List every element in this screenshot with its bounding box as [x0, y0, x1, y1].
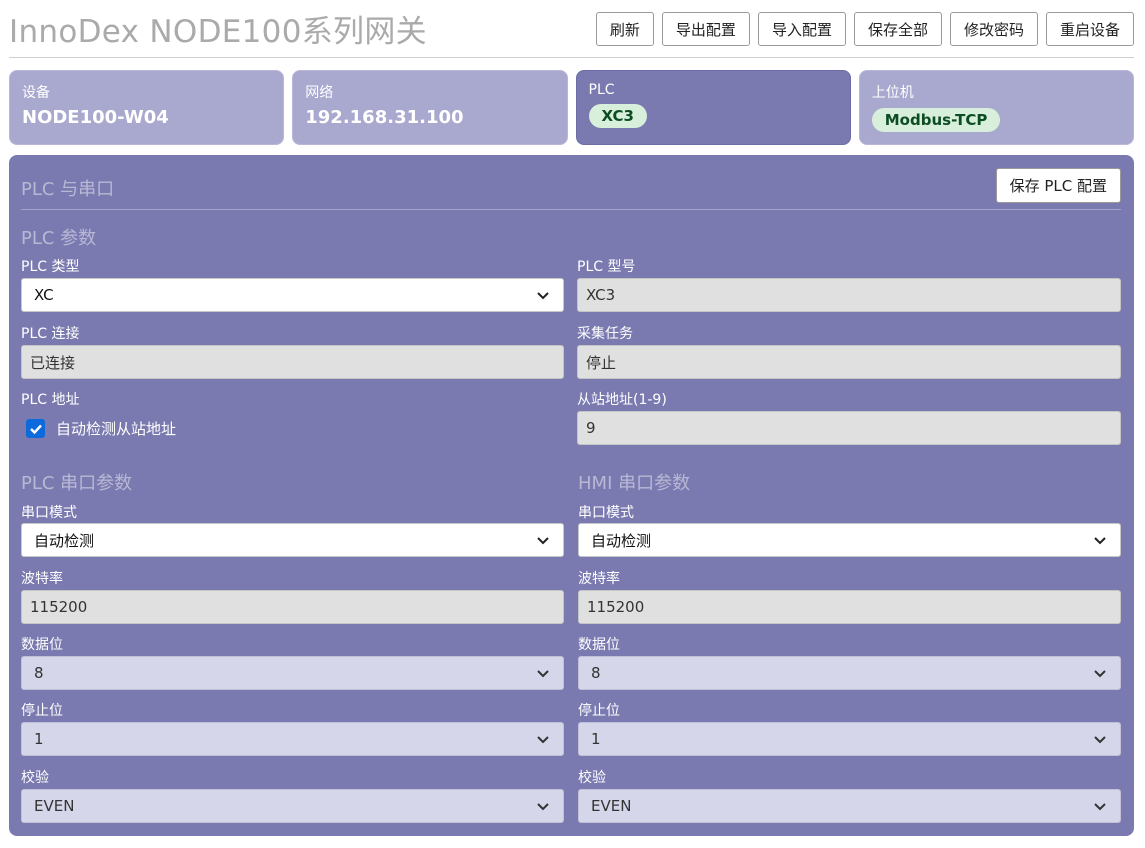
plc-connection-label: PLC 连接	[21, 326, 80, 342]
auto-detect-row[interactable]: 自动检测从站地址	[26, 418, 176, 439]
hmi-parity-label: 校验	[578, 770, 606, 786]
collect-task-field: 停止	[577, 345, 1121, 379]
plc-connection-value: 已连接	[30, 353, 76, 372]
save-plc-config-button[interactable]: 保存 PLC 配置	[995, 168, 1121, 203]
plc-serial-mode-value: 自动检测	[34, 531, 95, 550]
device-card-label: 设备	[22, 85, 50, 101]
host-card: 上位机 Modbus-TCP	[858, 70, 1134, 145]
plc-parity-label: 校验	[21, 770, 49, 786]
plc-serial-panel: PLC 与串口 保存 PLC 配置 PLC 参数 PLC 类型 XC PLC 型…	[9, 155, 1134, 836]
hmi-baud-value: 115200	[587, 598, 645, 616]
hmi-baud-label: 波特率	[578, 571, 620, 587]
chevron-down-icon	[1094, 670, 1106, 678]
plc-connection-field: 已连接	[21, 345, 564, 379]
device-card: 设备 NODE100-W04	[9, 70, 285, 145]
chevron-down-icon	[537, 736, 549, 744]
status-cards: 设备 NODE100-W04 网络 192.168.31.100 PLC XC3…	[9, 70, 1134, 145]
plc-baud-label: 波特率	[21, 571, 63, 587]
hmi-data-bits-value: 8	[591, 664, 601, 682]
plc-mode-label: 串口模式	[21, 505, 77, 521]
plc-data-bits-label: 数据位	[21, 637, 63, 653]
plc-type-select[interactable]: XC	[21, 278, 564, 312]
collect-task-value: 停止	[586, 353, 617, 372]
slave-address-label: 从站地址(1-9)	[577, 392, 667, 408]
collect-task-label: 采集任务	[577, 326, 633, 342]
network-card-label: 网络	[305, 85, 334, 101]
hmi-data-bits-select[interactable]: 8	[578, 656, 1121, 690]
plc-serial-title: PLC 串口参数	[21, 473, 133, 494]
plc-card[interactable]: PLC XC3	[575, 70, 851, 145]
hmi-serial-mode-value: 自动检测	[591, 531, 652, 550]
plc-parity-select[interactable]: EVEN	[21, 789, 564, 823]
panel-divider	[21, 209, 1121, 210]
host-status-badge: Modbus-TCP	[871, 108, 1001, 132]
plc-baud-value: 115200	[30, 598, 88, 616]
import-config-button[interactable]: 导入配置	[757, 12, 846, 46]
plc-address-label: PLC 地址	[21, 392, 80, 408]
plc-model-value: XC3	[586, 286, 616, 304]
slave-address-field: 9	[577, 411, 1121, 445]
hmi-serial-mode-select[interactable]: 自动检测	[578, 523, 1121, 557]
chevron-down-icon	[537, 803, 549, 811]
plc-model-field: XC3	[577, 278, 1121, 312]
plc-data-bits-value: 8	[34, 664, 44, 682]
plc-type-label: PLC 类型	[21, 259, 80, 275]
panel-title: PLC 与串口	[21, 179, 115, 200]
refresh-button[interactable]: 刷新	[595, 12, 654, 46]
plc-serial-mode-select[interactable]: 自动检测	[21, 523, 564, 557]
header-divider	[9, 57, 1134, 58]
chevron-down-icon	[1094, 736, 1106, 744]
device-card-value: NODE100-W04	[22, 107, 169, 128]
plc-type-value: XC	[34, 286, 54, 304]
hmi-stop-bits-label: 停止位	[578, 703, 620, 719]
plc-card-label: PLC	[588, 82, 615, 98]
auto-detect-checkbox[interactable]	[26, 419, 45, 438]
app-title: InnoDex NODE100系列网关	[9, 14, 427, 50]
plc-parity-value: EVEN	[34, 797, 75, 815]
chevron-down-icon	[1094, 537, 1106, 545]
plc-baud-field: 115200	[21, 590, 564, 624]
network-card: 网络 192.168.31.100	[292, 70, 568, 145]
toolbar: 刷新 导出配置 导入配置 保存全部 修改密码 重启设备	[595, 12, 1134, 46]
slave-address-value: 9	[586, 419, 596, 437]
hmi-serial-title: HMI 串口参数	[578, 473, 691, 494]
chevron-down-icon	[537, 537, 549, 545]
checkmark-icon	[29, 424, 42, 434]
hmi-mode-label: 串口模式	[578, 505, 634, 521]
hmi-parity-select[interactable]: EVEN	[578, 789, 1121, 823]
chevron-down-icon	[537, 292, 549, 300]
hmi-baud-field: 115200	[578, 590, 1121, 624]
plc-model-label: PLC 型号	[577, 259, 636, 275]
plc-status-badge: XC3	[588, 104, 647, 128]
save-all-button[interactable]: 保存全部	[853, 12, 942, 46]
network-card-value: 192.168.31.100	[305, 107, 464, 128]
chevron-down-icon	[1094, 803, 1106, 811]
plc-stop-bits-label: 停止位	[21, 703, 63, 719]
chevron-down-icon	[537, 670, 549, 678]
restart-device-button[interactable]: 重启设备	[1045, 12, 1134, 46]
plc-stop-bits-select[interactable]: 1	[21, 722, 564, 756]
plc-params-title: PLC 参数	[21, 228, 97, 249]
change-password-button[interactable]: 修改密码	[949, 12, 1038, 46]
auto-detect-label: 自动检测从站地址	[56, 420, 177, 438]
plc-stop-bits-value: 1	[34, 730, 44, 748]
hmi-stop-bits-select[interactable]: 1	[578, 722, 1121, 756]
host-card-label: 上位机	[871, 85, 914, 101]
hmi-data-bits-label: 数据位	[578, 637, 620, 653]
plc-data-bits-select[interactable]: 8	[21, 656, 564, 690]
hmi-parity-value: EVEN	[591, 797, 632, 815]
hmi-stop-bits-value: 1	[591, 730, 601, 748]
export-config-button[interactable]: 导出配置	[661, 12, 750, 46]
